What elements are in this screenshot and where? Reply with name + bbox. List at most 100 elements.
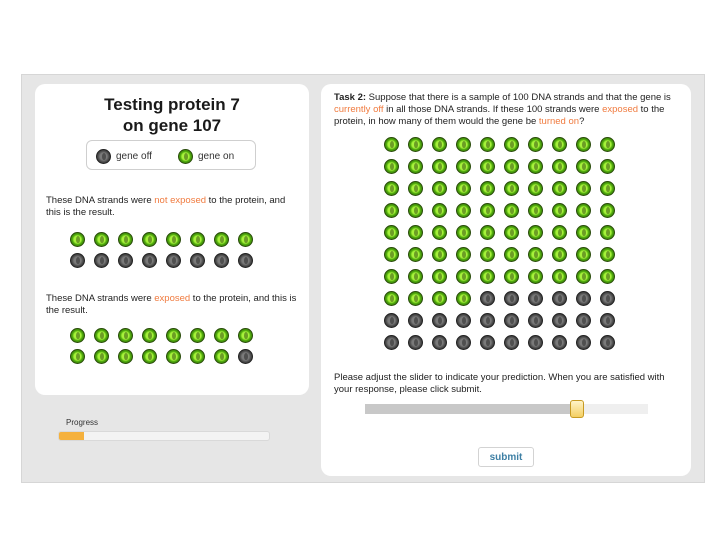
gene-on-icon <box>142 349 157 364</box>
gene-on-icon <box>480 203 495 218</box>
gene-on-icon <box>480 269 495 284</box>
legend-on-label: gene on <box>198 150 235 162</box>
gene-on-icon <box>456 137 471 152</box>
not-exposed-text-before: These DNA strands were <box>46 195 155 206</box>
gene-on-icon <box>528 247 543 262</box>
gene-off-icon <box>432 335 447 350</box>
gene-on-icon <box>576 159 591 174</box>
gene-on-icon <box>552 137 567 152</box>
gene-on-icon <box>504 203 519 218</box>
gene-on-icon <box>480 137 495 152</box>
legend: gene off gene on <box>86 140 256 170</box>
task-text-1: Suppose that there is a sample of 100 DN… <box>366 92 671 103</box>
gene-off-icon <box>96 148 111 164</box>
gene-on-icon <box>456 291 471 306</box>
exposed-description: These DNA strands were exposed to the pr… <box>46 293 301 317</box>
app-frame: Testing protein 7 on gene 107 gene off g… <box>21 74 705 483</box>
gene-on-icon <box>118 232 133 247</box>
gene-on-icon <box>504 269 519 284</box>
gene-on-icon <box>178 148 193 164</box>
prediction-slider[interactable] <box>365 400 648 418</box>
gene-on-icon <box>70 349 85 364</box>
gene-off-icon <box>142 253 157 268</box>
gene-on-icon <box>600 203 615 218</box>
gene-on-icon <box>384 225 399 240</box>
legend-off-label: gene off <box>116 150 152 162</box>
gene-off-icon <box>600 291 615 306</box>
gene-on-icon <box>166 349 181 364</box>
progress-fill <box>59 432 85 440</box>
exposed-text-before: These DNA strands were <box>46 293 155 304</box>
gene-off-icon <box>600 335 615 350</box>
gene-on-icon <box>384 203 399 218</box>
gene-on-icon <box>600 181 615 196</box>
submit-button[interactable]: submit <box>478 447 534 467</box>
gene-on-icon <box>576 269 591 284</box>
gene-on-icon <box>600 269 615 284</box>
gene-on-icon <box>432 225 447 240</box>
gene-on-icon <box>576 225 591 240</box>
legend-item-on: gene on <box>178 148 234 164</box>
gene-on-icon <box>432 159 447 174</box>
gene-on-icon <box>504 137 519 152</box>
gene-off-icon <box>214 253 229 268</box>
gene-on-icon <box>456 247 471 262</box>
slider-handle[interactable] <box>570 400 585 418</box>
gene-off-icon <box>552 335 567 350</box>
gene-on-icon <box>166 232 181 247</box>
gene-off-icon <box>576 291 591 306</box>
title-line-1: Testing protein 7 <box>104 95 240 114</box>
gene-on-icon <box>432 247 447 262</box>
gene-on-icon <box>214 349 229 364</box>
gene-on-icon <box>408 247 423 262</box>
gene-off-icon <box>576 335 591 350</box>
gene-on-icon <box>504 159 519 174</box>
gene-on-icon <box>214 328 229 343</box>
gene-off-icon <box>456 335 471 350</box>
left-panel: Testing protein 7 on gene 107 gene off g… <box>35 84 309 395</box>
task-highlight-2: exposed <box>602 104 639 115</box>
gene-on-icon <box>142 232 157 247</box>
gene-off-icon <box>480 313 495 328</box>
gene-on-icon <box>552 269 567 284</box>
gene-off-icon <box>576 313 591 328</box>
gene-on-icon <box>70 232 85 247</box>
gene-on-icon <box>94 232 109 247</box>
gene-off-icon <box>70 253 85 268</box>
progress-label: Progress <box>66 418 99 427</box>
legend-item-off: gene off <box>96 148 152 164</box>
gene-on-icon <box>432 291 447 306</box>
gene-on-icon <box>504 225 519 240</box>
gene-on-icon <box>408 291 423 306</box>
gene-on-icon <box>94 328 109 343</box>
gene-on-icon <box>384 291 399 306</box>
title-line-2: on gene 107 <box>122 116 222 135</box>
gene-on-icon <box>384 137 399 152</box>
gene-off-icon <box>600 313 615 328</box>
gene-on-icon <box>238 328 253 343</box>
gene-on-icon <box>456 159 471 174</box>
gene-off-icon <box>528 335 543 350</box>
task-text-4: ? <box>579 116 585 127</box>
gene-on-icon <box>214 232 229 247</box>
gene-on-icon <box>456 269 471 284</box>
gene-on-icon <box>528 225 543 240</box>
gene-off-icon <box>384 313 399 328</box>
slider-fill <box>365 404 578 414</box>
gene-on-icon <box>190 232 205 247</box>
gene-on-icon <box>118 328 133 343</box>
not-exposed-description: These DNA strands were not exposed to th… <box>46 195 301 219</box>
gene-on-icon <box>480 181 495 196</box>
gene-on-icon <box>142 328 157 343</box>
gene-off-icon <box>504 335 519 350</box>
task-highlight-1: currently off <box>334 104 384 115</box>
gene-on-icon <box>456 203 471 218</box>
gene-on-icon <box>94 349 109 364</box>
gene-on-icon <box>480 159 495 174</box>
gene-on-icon <box>576 137 591 152</box>
gene-on-icon <box>528 203 543 218</box>
gene-off-icon <box>528 313 543 328</box>
page-title: Testing protein 7 on gene 107 <box>35 94 309 136</box>
exposed-highlight: exposed <box>154 293 191 304</box>
instructions: Please adjust the slider to indicate you… <box>334 372 665 395</box>
